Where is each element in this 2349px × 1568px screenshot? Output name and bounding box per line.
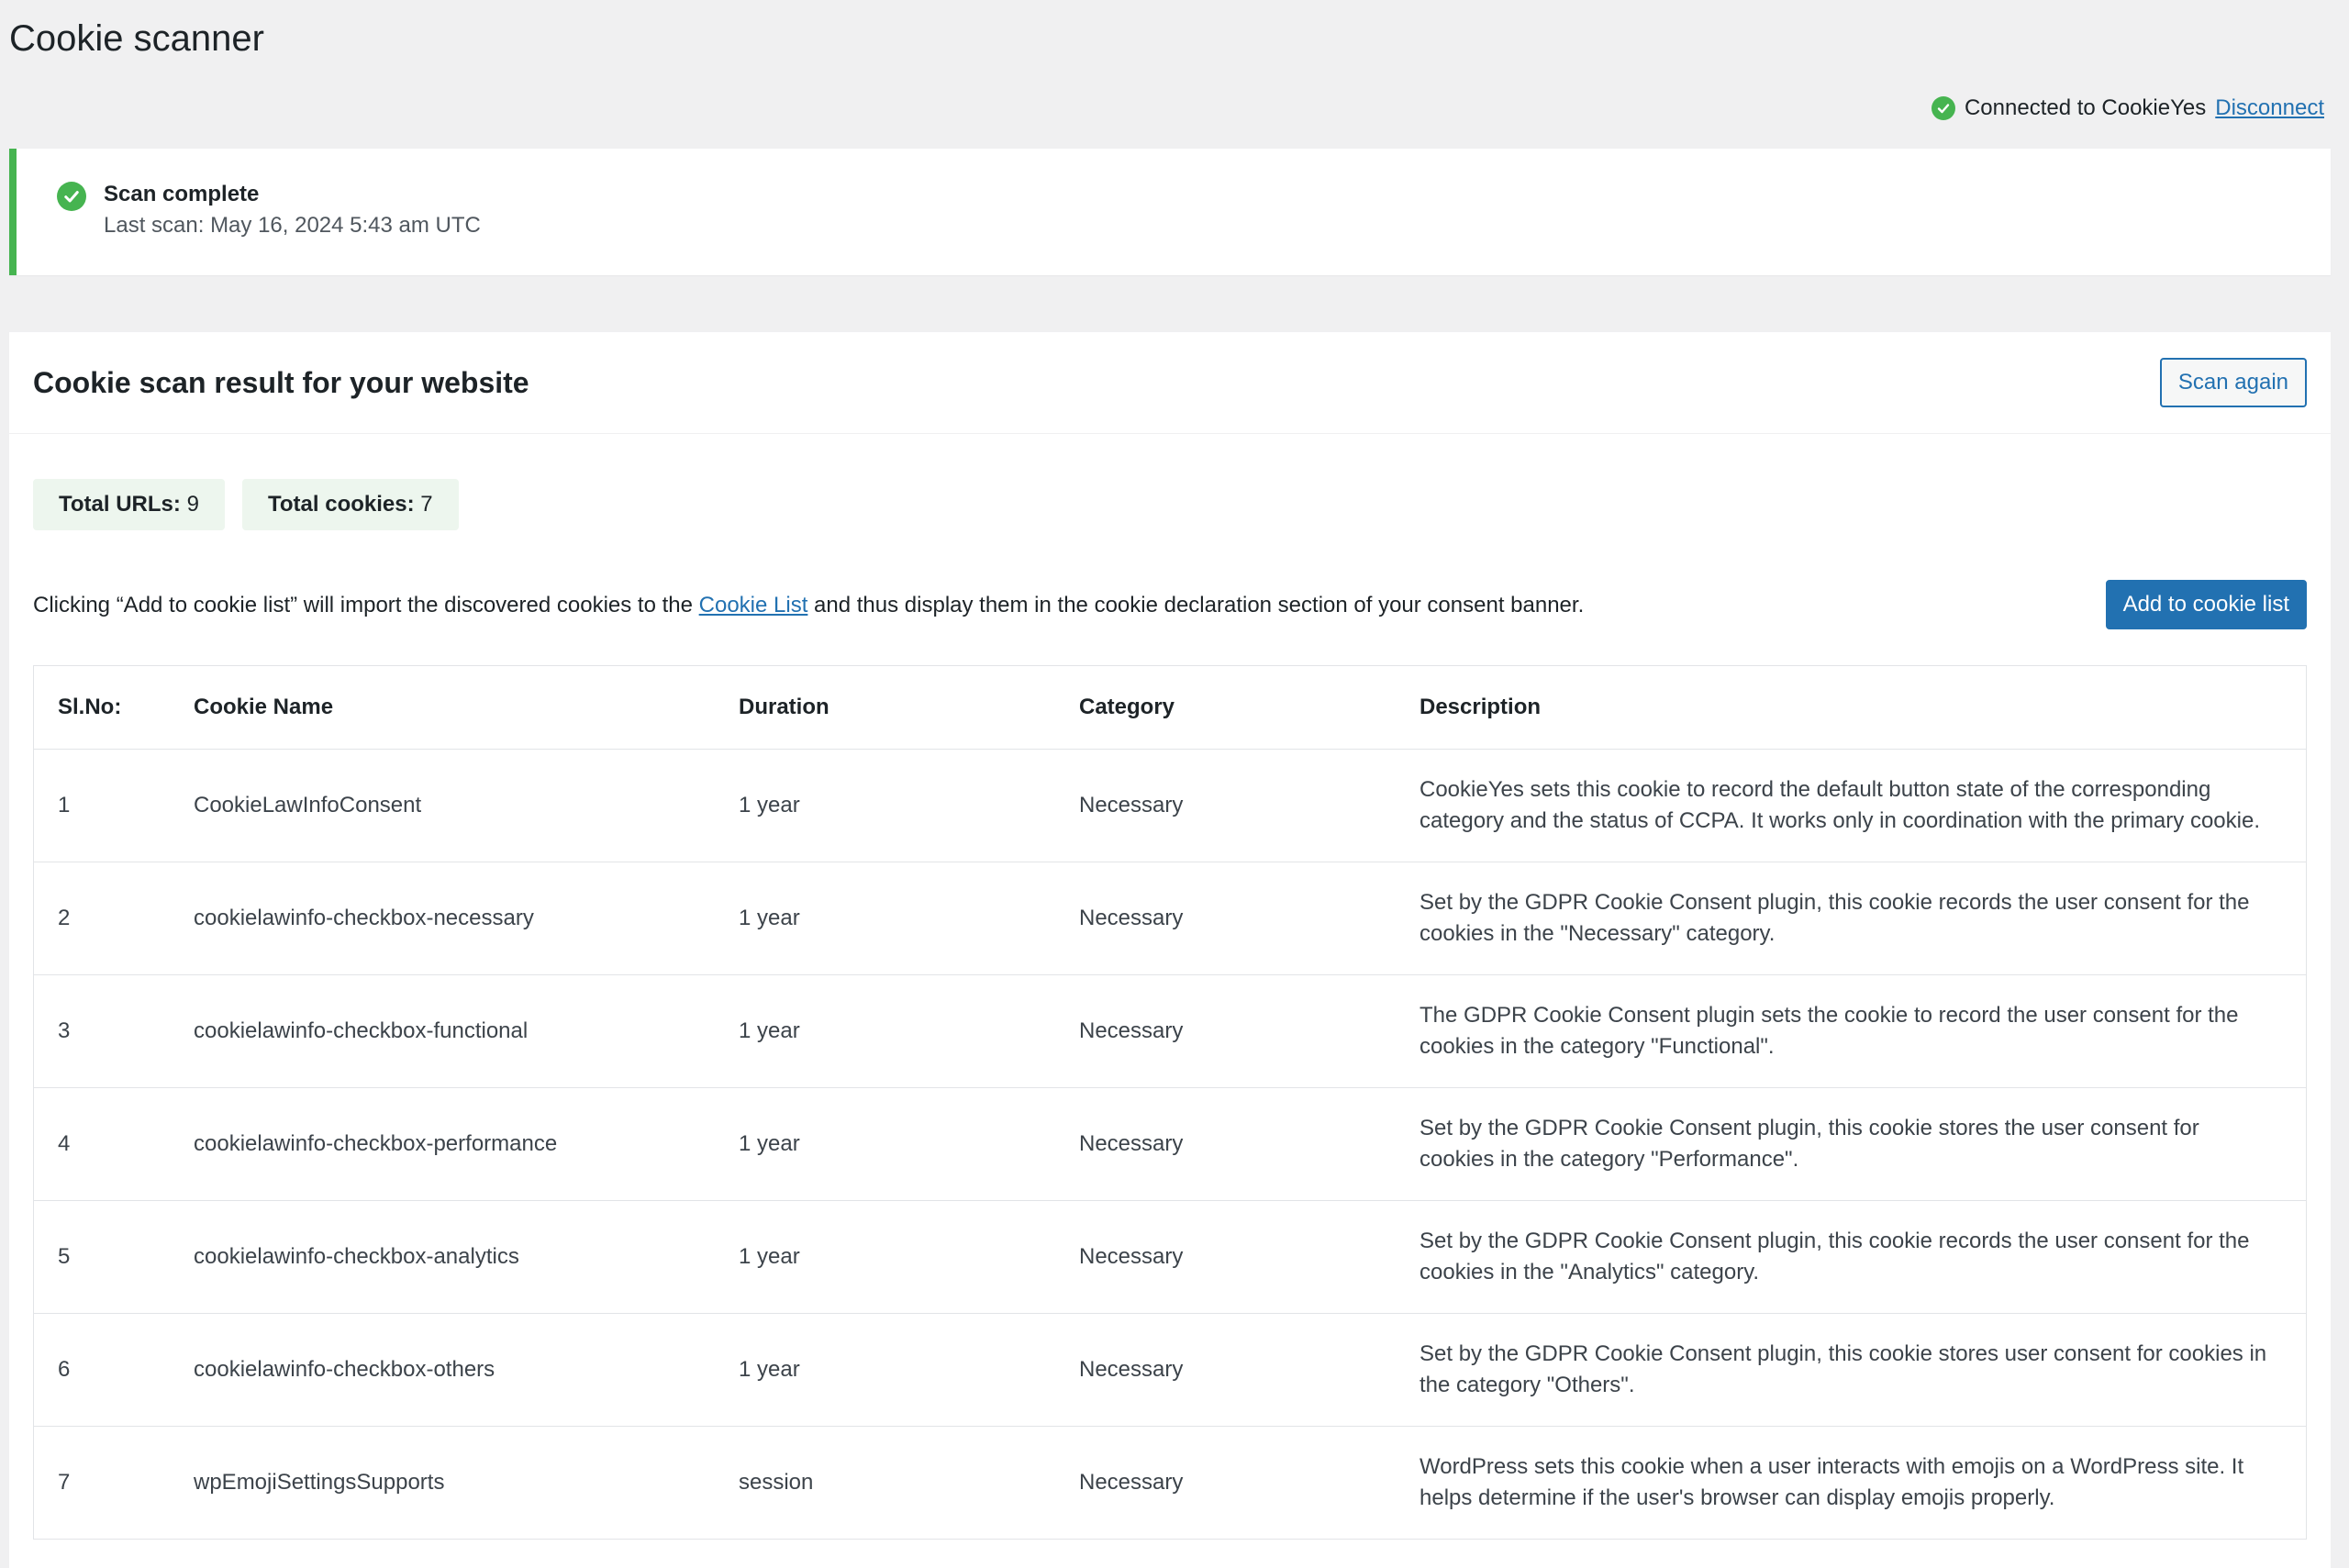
cell-category: Necessary — [1079, 1426, 1419, 1540]
total-cookies-label: Total cookies: — [268, 492, 415, 517]
cell-description: Set by the GDPR Cookie Consent plugin, t… — [1419, 862, 2307, 975]
cell-cookie-name: cookielawinfo-checkbox-analytics — [194, 1200, 739, 1314]
cookie-results-table: Sl.No: Cookie Name Duration Category Des… — [33, 665, 2307, 1540]
table-header-row: Sl.No: Cookie Name Duration Category Des… — [33, 665, 2307, 750]
notice-title: Scan complete — [104, 182, 260, 206]
cell-slno: 6 — [33, 1313, 194, 1427]
cell-duration: 1 year — [739, 1200, 1079, 1314]
cell-slno: 2 — [33, 862, 194, 975]
info-suffix: and thus display them in the cookie decl… — [807, 593, 1585, 617]
cell-description: Set by the GDPR Cookie Consent plugin, t… — [1419, 1313, 2307, 1427]
cell-description: Set by the GDPR Cookie Consent plugin, t… — [1419, 1200, 2307, 1314]
cell-category: Necessary — [1079, 1087, 1419, 1201]
cell-description: CookieYes sets this cookie to record the… — [1419, 749, 2307, 862]
column-header-description: Description — [1419, 665, 2307, 750]
cookie-list-link[interactable]: Cookie List — [699, 593, 808, 617]
cell-category: Necessary — [1079, 862, 1419, 975]
add-to-cookie-list-button[interactable]: Add to cookie list — [2105, 580, 2307, 629]
connection-text: Connected to CookieYes — [1964, 95, 2207, 120]
check-circle-icon — [1931, 96, 1955, 120]
cell-cookie-name: wpEmojiSettingsSupports — [194, 1426, 739, 1540]
disconnect-link[interactable]: Disconnect — [2215, 92, 2324, 125]
cell-slno: 4 — [33, 1087, 194, 1201]
table-row: 6 cookielawinfo-checkbox-others 1 year N… — [33, 1313, 2307, 1427]
cell-cookie-name: cookielawinfo-checkbox-functional — [194, 974, 739, 1088]
check-circle-icon — [57, 182, 86, 211]
column-header-slno: Sl.No: — [33, 665, 194, 750]
total-urls-badge: Total URLs: 9 — [33, 479, 225, 530]
cell-slno: 7 — [33, 1426, 194, 1540]
card-header: Cookie scan result for your website Scan… — [9, 332, 2331, 434]
scan-result-card: Cookie scan result for your website Scan… — [9, 332, 2331, 1568]
cell-cookie-name: CookieLawInfoConsent — [194, 749, 739, 862]
table-row: 2 cookielawinfo-checkbox-necessary 1 yea… — [33, 862, 2307, 975]
cell-duration: 1 year — [739, 749, 1079, 862]
cell-cookie-name: cookielawinfo-checkbox-performance — [194, 1087, 739, 1201]
last-scan-text: Last scan: May 16, 2024 5:43 am UTC — [104, 213, 481, 238]
column-header-duration: Duration — [739, 665, 1079, 750]
column-header-category: Category — [1079, 665, 1419, 750]
cell-duration: 1 year — [739, 862, 1079, 975]
total-cookies-badge: Total cookies: 7 — [242, 479, 459, 530]
page-title: Cookie scanner — [9, 18, 264, 59]
cell-category: Necessary — [1079, 974, 1419, 1088]
cell-duration: session — [739, 1426, 1079, 1540]
table-row: 4 cookielawinfo-checkbox-performance 1 y… — [33, 1087, 2307, 1201]
card-title: Cookie scan result for your website — [33, 366, 529, 399]
scan-again-button[interactable]: Scan again — [2159, 358, 2307, 407]
import-info-text: Clicking “Add to cookie list” will impor… — [33, 589, 1584, 622]
cell-slno: 5 — [33, 1200, 194, 1314]
cell-category: Necessary — [1079, 1313, 1419, 1427]
table-row: 5 cookielawinfo-checkbox-analytics 1 yea… — [33, 1200, 2307, 1314]
total-urls-label: Total URLs: — [59, 492, 181, 517]
cell-slno: 1 — [33, 749, 194, 862]
cell-duration: 1 year — [739, 1087, 1079, 1201]
cell-category: Necessary — [1079, 1200, 1419, 1314]
cell-description: The GDPR Cookie Consent plugin sets the … — [1419, 974, 2307, 1088]
table-row: 3 cookielawinfo-checkbox-functional 1 ye… — [33, 974, 2307, 1088]
column-header-cookie-name: Cookie Name — [194, 665, 739, 750]
cell-slno: 3 — [33, 974, 194, 1088]
cell-description: Set by the GDPR Cookie Consent plugin, t… — [1419, 1087, 2307, 1201]
cell-duration: 1 year — [739, 974, 1079, 1088]
cell-category: Necessary — [1079, 749, 1419, 862]
table-row: 7 wpEmojiSettingsSupports session Necess… — [33, 1426, 2307, 1540]
total-urls-value: 9 — [186, 492, 199, 517]
total-cookies-value: 7 — [420, 492, 433, 517]
scan-complete-notice: Scan complete Last scan: May 16, 2024 5:… — [9, 149, 2331, 275]
info-prefix: Clicking “Add to cookie list” will impor… — [33, 593, 699, 617]
cell-cookie-name: cookielawinfo-checkbox-others — [194, 1313, 739, 1427]
cell-duration: 1 year — [739, 1313, 1079, 1427]
table-row: 1 CookieLawInfoConsent 1 year Necessary … — [33, 749, 2307, 862]
connection-status: Connected to CookieYes Disconnect — [1931, 92, 2324, 125]
cell-cookie-name: cookielawinfo-checkbox-necessary — [194, 862, 739, 975]
cell-description: WordPress sets this cookie when a user i… — [1419, 1426, 2307, 1540]
